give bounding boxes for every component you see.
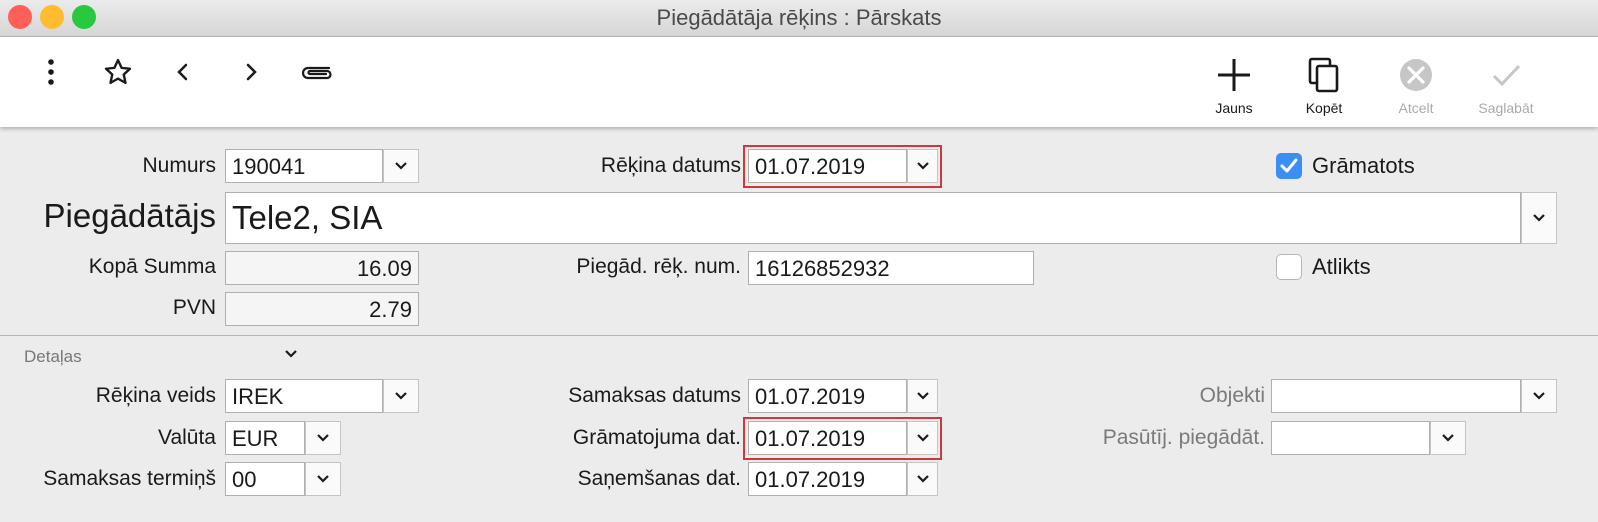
invoice-type-field[interactable]: IREK — [225, 379, 383, 413]
chevron-down-icon — [916, 434, 929, 442]
objects-label: Objekti — [1199, 384, 1265, 407]
currency-field[interactable]: EUR — [225, 421, 305, 455]
chevron-down-icon — [395, 392, 407, 400]
chevron-down-icon — [1533, 214, 1545, 222]
payment-date-label: Samaksas datums — [568, 384, 741, 407]
window-titlebar: Piegādātāja rēķins : Pārskats — [0, 0, 1598, 37]
number-field[interactable]: 190041 — [225, 149, 383, 183]
details-toggle-button[interactable] — [282, 346, 300, 362]
received-date-field[interactable]: 01.07.2019 — [748, 462, 907, 496]
cancel-button-label: Atcelt — [1398, 100, 1434, 116]
chevron-down-icon — [285, 350, 297, 358]
total-amount-field: 16.09 — [225, 251, 419, 285]
chevron-down-icon — [1442, 434, 1454, 442]
save-button-label: Saglabāt — [1478, 100, 1534, 116]
window-title: Piegādātāja rēķins : Pārskats — [656, 5, 942, 30]
deferred-label: Atlikts — [1312, 254, 1371, 279]
supplier-invoice-number-field[interactable]: 16126852932 — [748, 251, 1034, 285]
invoice-date-dropdown-button[interactable] — [907, 149, 938, 183]
checkmark-icon — [1492, 64, 1521, 87]
copy-button[interactable]: Kopēt — [1284, 57, 1364, 116]
posted-checkbox[interactable] — [1276, 153, 1302, 179]
currency-label: Valūta — [158, 426, 216, 449]
received-date-label: Saņemšanas dat. — [577, 467, 741, 490]
objects-field[interactable] — [1271, 379, 1521, 413]
number-label: Numurs — [142, 154, 216, 177]
received-date-dropdown-button[interactable] — [907, 462, 938, 496]
invoice-date-label: Rēķina datums — [600, 154, 741, 177]
supplier-label: Piegādātājs — [43, 197, 216, 234]
number-dropdown-button[interactable] — [383, 149, 419, 183]
payment-term-label: Samaksas termiņš — [43, 467, 216, 490]
supplier-invoice-number-label: Piegād. rēķ. num. — [576, 255, 741, 278]
chevron-left-icon[interactable] — [168, 57, 198, 87]
objects-dropdown-button[interactable] — [1521, 379, 1557, 413]
paperclip-icon[interactable] — [298, 57, 336, 87]
copy-button-label: Kopēt — [1305, 100, 1343, 116]
vat-label: PVN — [172, 296, 216, 319]
vat-field: 2.79 — [225, 292, 419, 326]
invoice-type-label: Rēķina veids — [95, 384, 216, 407]
cancel-button[interactable]: Atcelt — [1376, 57, 1456, 116]
supplier-dropdown-button[interactable] — [1521, 192, 1557, 244]
details-section-label: Detaļas — [24, 347, 82, 366]
payment-term-dropdown-button[interactable] — [305, 462, 341, 496]
chevron-down-icon — [317, 434, 329, 442]
copy-icon — [1308, 57, 1339, 93]
chevron-down-icon — [916, 392, 929, 400]
star-icon[interactable] — [100, 55, 136, 89]
chevron-down-icon — [395, 162, 407, 170]
chevron-down-icon — [916, 475, 929, 483]
new-button-label: Jauns — [1215, 100, 1253, 116]
more-vertical-icon[interactable] — [36, 55, 66, 89]
posting-date-dropdown-button[interactable] — [907, 421, 938, 455]
chevron-right-icon[interactable] — [236, 57, 266, 87]
posting-date-field[interactable]: 01.07.2019 — [748, 421, 907, 455]
cancel-circle-icon — [1400, 59, 1432, 91]
chevron-down-icon — [317, 475, 329, 483]
order-supplier-dropdown-button[interactable] — [1430, 421, 1466, 455]
toolbar: Jauns Kopēt Atcelt Saglabāt — [0, 37, 1598, 127]
payment-date-dropdown-button[interactable] — [907, 379, 938, 413]
chevron-down-icon — [1533, 392, 1545, 400]
order-supplier-field[interactable] — [1271, 421, 1430, 455]
invoice-date-field[interactable]: 01.07.2019 — [748, 149, 907, 183]
total-amount-label: Kopā Summa — [88, 255, 216, 278]
supplier-field[interactable]: Tele2, SIA — [225, 192, 1521, 244]
invoice-type-dropdown-button[interactable] — [383, 379, 419, 413]
deferred-checkbox[interactable] — [1276, 254, 1302, 280]
posted-label: Grāmatots — [1312, 153, 1415, 178]
save-button[interactable]: Saglabāt — [1466, 57, 1546, 116]
order-supplier-label: Pasūtīj. piegādāt. — [1102, 426, 1265, 449]
payment-term-field[interactable]: 00 — [225, 462, 305, 496]
payment-date-field[interactable]: 01.07.2019 — [748, 379, 907, 413]
chevron-down-icon — [916, 162, 929, 170]
currency-dropdown-button[interactable] — [305, 421, 341, 455]
section-divider — [0, 335, 1598, 336]
plus-icon — [1218, 59, 1250, 91]
posting-date-label: Grāmatojuma dat. — [572, 426, 741, 449]
checkmark-icon — [1280, 158, 1298, 173]
new-button[interactable]: Jauns — [1194, 57, 1274, 116]
